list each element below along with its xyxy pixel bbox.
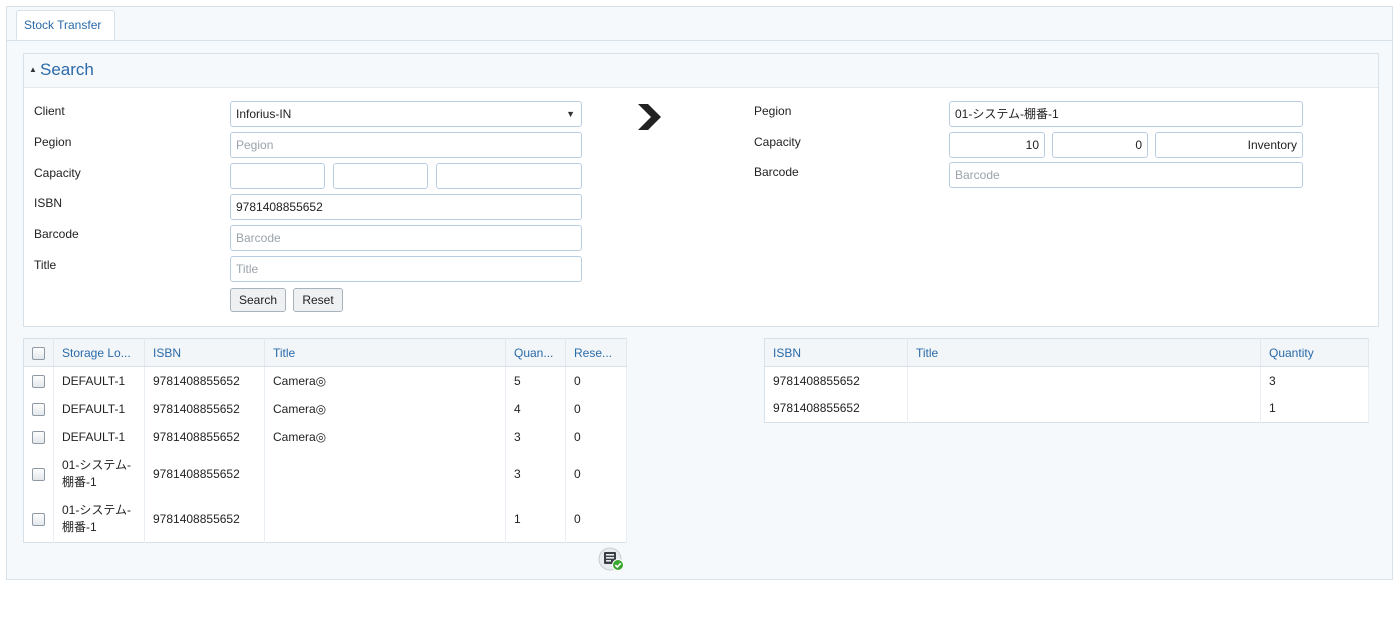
column-header-storage[interactable]: Storage Lo... [53, 338, 145, 367]
storage-cell: 01-システム-棚番-1 [53, 450, 145, 497]
column-header-isbn[interactable]: ISBN [144, 338, 265, 367]
search-panel-title: Search [40, 60, 94, 79]
title-cell [907, 394, 1261, 423]
reserved-cell: 0 [565, 496, 627, 543]
search-button[interactable]: Search [230, 288, 286, 312]
transfer-arrow-icon[interactable] [636, 103, 662, 131]
column-header-title[interactable]: Title [264, 338, 506, 367]
column-header-quantity[interactable]: Quan... [505, 338, 566, 367]
table-row[interactable]: DEFAULT-1 9781408855652 Camera◎ 5 0 [23, 366, 627, 395]
title-cell: Camera◎ [264, 422, 506, 451]
quantity-cell: 4 [505, 394, 566, 423]
reserved-cell: 0 [565, 422, 627, 451]
quantity-cell: 5 [505, 366, 566, 395]
search-panel: ▲ Search [23, 53, 1379, 327]
column-header-title[interactable]: Title [907, 338, 1261, 367]
storage-cell: 01-システム-棚番-1 [53, 496, 145, 543]
row-checkbox[interactable] [32, 402, 45, 416]
dropdown-arrow-icon[interactable]: ▼ [566, 102, 575, 126]
barcode-input[interactable]: Barcode [230, 225, 582, 251]
capacity-input-1[interactable] [230, 163, 325, 189]
row-checkbox-cell [23, 450, 54, 497]
select-all-checkbox[interactable] [32, 346, 45, 360]
target-barcode-input[interactable]: Barcode [949, 162, 1303, 188]
column-header-reserved[interactable]: Rese... [565, 338, 627, 367]
row-checkbox[interactable] [32, 467, 45, 481]
tab-stock-transfer[interactable]: Stock Transfer [16, 10, 116, 40]
target-pegion-input[interactable]: 01-システム-棚番-1 [949, 101, 1303, 127]
transfer-table: ISBN Title Quantity 9781408855652 3 9781… [764, 338, 1369, 423]
select-all-cell [23, 338, 54, 367]
table-row[interactable]: 9781408855652 1 [764, 394, 1369, 423]
target-pegion-label: Pegion [754, 104, 792, 118]
isbn-label: ISBN [34, 196, 63, 210]
target-barcode-label: Barcode [754, 165, 799, 179]
isbn-cell: 9781408855652 [764, 394, 908, 423]
title-cell [264, 496, 506, 543]
reserved-cell: 0 [565, 366, 627, 395]
reserved-cell: 0 [565, 450, 627, 497]
barcode-label: Barcode [34, 227, 79, 241]
isbn-cell: 9781408855652 [144, 394, 265, 423]
target-capacity-input-1[interactable]: 10 [949, 132, 1045, 158]
quantity-cell: 3 [505, 422, 566, 451]
isbn-cell: 9781408855652 [144, 496, 265, 543]
client-select[interactable]: Inforius-IN ▼ [230, 101, 582, 127]
reset-button[interactable]: Reset [293, 288, 343, 312]
table-row[interactable]: DEFAULT-1 9781408855652 Camera◎ 3 0 [23, 422, 627, 451]
table-header-row: ISBN Title Quantity [764, 338, 1369, 367]
row-checkbox-cell [23, 366, 54, 395]
collapse-caret-icon[interactable]: ▲ [29, 65, 37, 74]
row-checkbox-cell [23, 422, 54, 451]
pegion-label: Pegion [34, 135, 72, 149]
row-checkbox[interactable] [32, 430, 45, 444]
row-checkbox-cell [23, 496, 54, 543]
quantity-cell: 3 [505, 450, 566, 497]
target-capacity-label: Capacity [754, 135, 801, 149]
title-cell [907, 366, 1261, 395]
storage-cell: DEFAULT-1 [53, 366, 145, 395]
storage-cell: DEFAULT-1 [53, 422, 145, 451]
capacity-input-3[interactable] [436, 163, 582, 189]
capacity-input-2[interactable] [333, 163, 428, 189]
storage-cell: DEFAULT-1 [53, 394, 145, 423]
document-check-icon[interactable] [598, 547, 626, 573]
tab-bar: Stock Transfer [7, 7, 1392, 41]
quantity-cell: 1 [505, 496, 566, 543]
quantity-cell: 3 [1260, 366, 1369, 395]
target-capacity-input-2[interactable]: 0 [1052, 132, 1148, 158]
table-header-row: Storage Lo... ISBN Title Quan... Rese... [23, 338, 627, 367]
inventory-table: Storage Lo... ISBN Title Quan... Rese...… [23, 338, 627, 543]
column-header-quantity[interactable]: Quantity [1260, 338, 1369, 367]
isbn-input[interactable]: 9781408855652 [230, 194, 582, 220]
isbn-cell: 9781408855652 [764, 366, 908, 395]
client-select-value: Inforius-IN [236, 107, 292, 121]
reserved-cell: 0 [565, 394, 627, 423]
title-input[interactable]: Title [230, 256, 582, 282]
table-row[interactable]: DEFAULT-1 9781408855652 Camera◎ 4 0 [23, 394, 627, 423]
pegion-input[interactable]: Pegion [230, 132, 582, 158]
isbn-cell: 9781408855652 [144, 422, 265, 451]
title-cell: Camera◎ [264, 394, 506, 423]
isbn-cell: 9781408855652 [144, 450, 265, 497]
title-label: Title [34, 258, 57, 272]
table-row[interactable]: 01-システム-棚番-1 9781408855652 3 0 [23, 450, 627, 497]
search-panel-header[interactable]: ▲ Search [24, 54, 1378, 88]
row-checkbox-cell [23, 394, 54, 423]
row-checkbox[interactable] [32, 374, 45, 388]
target-capacity-input-3[interactable]: Inventory [1155, 132, 1303, 158]
isbn-cell: 9781408855652 [144, 366, 265, 395]
row-checkbox[interactable] [32, 513, 45, 527]
capacity-label: Capacity [34, 166, 81, 180]
table-row[interactable]: 01-システム-棚番-1 9781408855652 1 0 [23, 496, 627, 543]
title-cell [264, 450, 506, 497]
column-header-isbn[interactable]: ISBN [764, 338, 908, 367]
title-cell: Camera◎ [264, 366, 506, 395]
client-label: Client [34, 104, 65, 118]
table-row[interactable]: 9781408855652 3 [764, 366, 1369, 395]
quantity-cell: 1 [1260, 394, 1369, 423]
